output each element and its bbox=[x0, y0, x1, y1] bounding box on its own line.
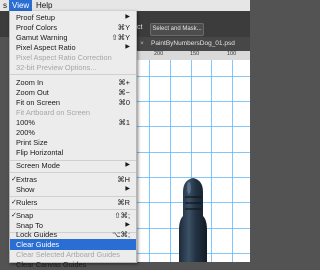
ruler-tick-label: 100 bbox=[227, 51, 237, 57]
menubar-item-partial[interactable]: s bbox=[3, 0, 7, 11]
document-tab-title: PaintByNumbersDog_01.psd bbox=[151, 40, 235, 47]
close-icon[interactable]: × bbox=[140, 37, 144, 51]
menubar-item-view[interactable]: View bbox=[9, 0, 33, 11]
chevron-right-icon: ▶ bbox=[125, 162, 130, 168]
chevron-right-icon: ▶ bbox=[125, 186, 130, 192]
ruler-tick-label: 150 bbox=[190, 51, 200, 57]
menu-item-rulers[interactable]: ✓ Rulers ⌘R bbox=[10, 197, 136, 208]
menu-item-screen-mode[interactable]: Screen Mode ▶ bbox=[10, 160, 136, 171]
menu-separator bbox=[10, 172, 136, 173]
menu-item-32bit-preview-options: 32-bit Preview Options... bbox=[16, 63, 97, 72]
dropper-bottle-image bbox=[179, 178, 207, 262]
menu-item-flip-horizontal[interactable]: Flip Horizontal bbox=[10, 147, 136, 158]
view-menu: Proof Setup ▶ Proof Colors ⌘Y Gamut Warn… bbox=[9, 11, 137, 269]
menu-item-show[interactable]: Show ▶ bbox=[10, 184, 136, 195]
menubar: s View Help bbox=[0, 0, 250, 11]
options-partial-label: ct bbox=[137, 24, 143, 31]
document-canvas[interactable] bbox=[135, 60, 250, 262]
document-tab[interactable]: × PaintByNumbersDog_01.psd bbox=[135, 37, 250, 51]
ruler-tick-label: 200 bbox=[154, 51, 164, 57]
menubar-item-help[interactable]: Help bbox=[36, 0, 52, 11]
menu-item-clear-canvas-guides[interactable]: Clear Canvas Guides bbox=[10, 259, 136, 270]
select-and-mask-button[interactable]: Select and Mask... bbox=[150, 23, 204, 36]
menu-separator bbox=[10, 74, 136, 75]
